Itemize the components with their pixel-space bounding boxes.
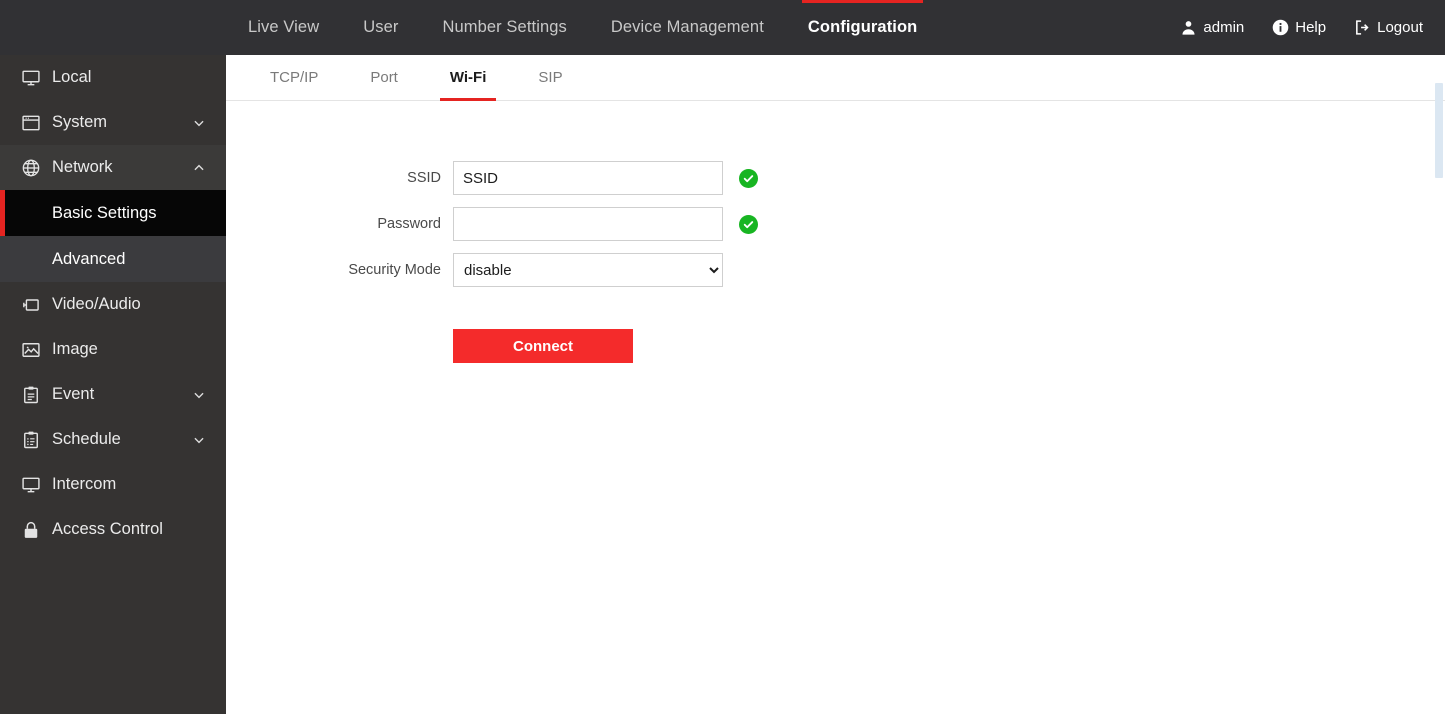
chevron-down-icon	[192, 116, 206, 130]
sidebar-item-access-control[interactable]: Access Control	[0, 507, 226, 552]
nav-item-configuration[interactable]: Configuration	[786, 0, 939, 55]
chevron-down-icon	[192, 388, 206, 402]
password-label: Password	[377, 216, 441, 232]
chevron-down-icon	[192, 433, 206, 447]
content-scrollbar[interactable]	[1433, 55, 1445, 714]
sidebar-item-basic-settings[interactable]: Basic Settings	[0, 190, 226, 236]
video-icon	[20, 294, 42, 316]
app-window: Live View User Number Settings Device Ma…	[0, 0, 1445, 714]
actions-spacer	[226, 329, 453, 363]
monitor-icon	[20, 474, 42, 496]
sidebar-label-intercom: Intercom	[52, 475, 117, 493]
form-row-security-mode: Security Mode disableWEPWPA-personalWPA2…	[226, 253, 1445, 287]
body-container: Local System Network Basic Settings Adva…	[0, 55, 1445, 714]
content-panel: TCP/IP Port Wi-Fi SIP SSID SSID Password…	[226, 55, 1445, 714]
sidebar-label-network: Network	[52, 158, 113, 176]
security-mode-label: Security Mode	[348, 262, 441, 278]
wifi-settings-form: SSID Password	[226, 101, 1445, 714]
sidebar-item-schedule[interactable]: Schedule	[0, 417, 226, 462]
window-icon	[20, 112, 42, 134]
nav-label-number-settings: Number Settings	[442, 18, 567, 36]
nav-label-configuration: Configuration	[807, 18, 918, 36]
globe-icon	[20, 157, 42, 179]
tab-label-sip: SIP	[538, 69, 563, 86]
monitor-icon	[20, 67, 42, 89]
logout-label: Logout	[1377, 19, 1423, 36]
form-actions: Connect	[226, 329, 1445, 363]
account-label: admin	[1203, 19, 1245, 36]
lock-icon	[20, 519, 42, 541]
ssid-label: SSID	[407, 170, 441, 186]
password-input[interactable]	[453, 207, 723, 241]
nav-item-device-management[interactable]: Device Management	[589, 0, 786, 55]
header-logo-area	[0, 0, 226, 55]
sidebar: Local System Network Basic Settings Adva…	[0, 55, 226, 714]
sidebar-item-system[interactable]: System	[0, 100, 226, 145]
connect-button[interactable]: Connect	[453, 329, 633, 363]
sidebar-item-image[interactable]: Image	[0, 327, 226, 372]
form-row-password: Password	[226, 207, 1445, 241]
tab-wifi[interactable]: Wi-Fi	[424, 55, 513, 101]
logout-icon	[1354, 19, 1371, 36]
sidebar-item-event[interactable]: Event	[0, 372, 226, 417]
nav-item-live-view[interactable]: Live View	[226, 0, 341, 55]
tab-sip[interactable]: SIP	[512, 55, 588, 100]
sidebar-label-schedule: Schedule	[52, 430, 121, 448]
tab-label-tcpip: TCP/IP	[270, 69, 319, 86]
sidebar-item-video-audio[interactable]: Video/Audio	[0, 282, 226, 327]
sidebar-label-basic-settings: Basic Settings	[52, 203, 157, 222]
sidebar-item-network[interactable]: Network	[0, 145, 226, 190]
sidebar-label-video-audio: Video/Audio	[52, 295, 141, 313]
nav-item-number-settings[interactable]: Number Settings	[420, 0, 588, 55]
tab-label-port: Port	[370, 69, 398, 86]
sidebar-label-local: Local	[52, 68, 92, 86]
scrollbar-thumb[interactable]	[1435, 83, 1443, 178]
sidebar-item-advanced[interactable]: Advanced	[0, 236, 226, 282]
ssid-input[interactable]	[453, 161, 723, 195]
ssid-valid-check-icon	[739, 168, 758, 188]
schedule-icon	[20, 429, 42, 451]
chevron-up-icon	[192, 161, 206, 175]
sidebar-item-local[interactable]: Local	[0, 55, 226, 100]
header-utility-area: admin Help Logout	[1180, 0, 1445, 55]
clipboard-icon	[20, 384, 42, 406]
form-row-ssid: SSID	[226, 161, 1445, 195]
tab-label-wifi: Wi-Fi	[449, 69, 487, 86]
sidebar-label-event: Event	[52, 385, 95, 403]
account-menu[interactable]: admin	[1180, 19, 1244, 36]
password-valid-check-icon	[739, 214, 758, 234]
sidebar-label-advanced: Advanced	[52, 249, 126, 268]
tab-tcpip[interactable]: TCP/IP	[244, 55, 344, 100]
sidebar-item-intercom[interactable]: Intercom	[0, 462, 226, 507]
nav-label-user: User	[363, 18, 399, 36]
nav-label-device-management: Device Management	[610, 18, 764, 36]
image-icon	[20, 339, 42, 361]
info-icon	[1272, 19, 1289, 36]
nav-label-live-view: Live View	[248, 18, 320, 36]
sidebar-label-image: Image	[52, 340, 98, 358]
sidebar-label-access-control: Access Control	[52, 520, 163, 538]
security-mode-select[interactable]: disableWEPWPA-personalWPA2-personalWPA-e…	[453, 253, 723, 287]
help-label: Help	[1295, 19, 1327, 36]
logout-button[interactable]: Logout	[1354, 19, 1423, 36]
main-navigation: Live View User Number Settings Device Ma…	[226, 0, 939, 55]
config-subtabs: TCP/IP Port Wi-Fi SIP	[226, 55, 1445, 101]
top-header: Live View User Number Settings Device Ma…	[0, 0, 1445, 55]
sidebar-label-system: System	[52, 113, 108, 131]
help-button[interactable]: Help	[1272, 19, 1326, 36]
user-icon	[1180, 19, 1197, 36]
nav-item-user[interactable]: User	[341, 0, 420, 55]
tab-port[interactable]: Port	[344, 55, 424, 100]
